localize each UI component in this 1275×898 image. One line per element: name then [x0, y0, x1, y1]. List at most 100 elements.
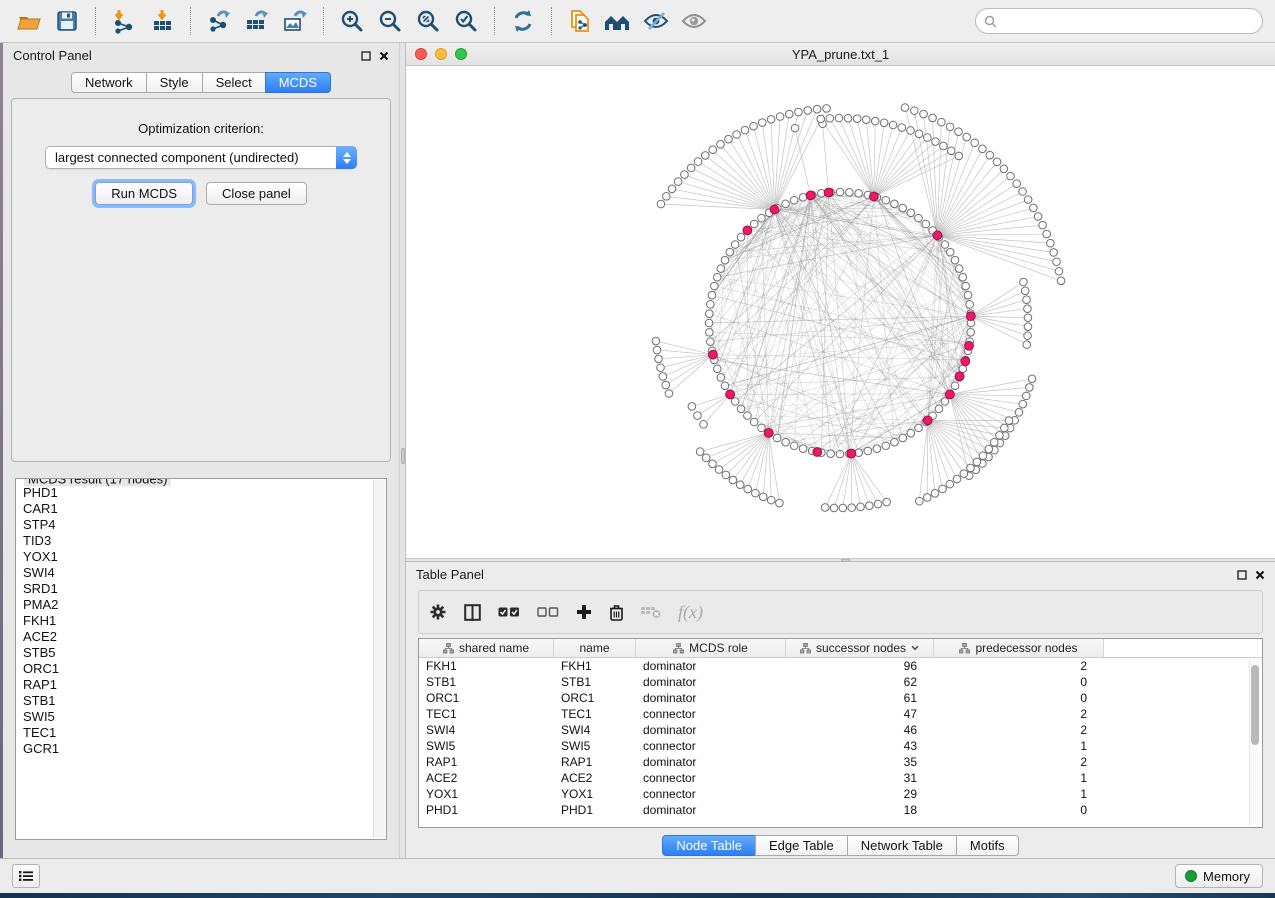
graph-satellite-node[interactable]: [1019, 400, 1027, 408]
graph-satellite-node[interactable]: [920, 110, 928, 118]
graph-satellite-node[interactable]: [857, 503, 865, 511]
mcds-result-item[interactable]: YOX1: [23, 549, 386, 565]
graph-satellite-node[interactable]: [955, 152, 963, 160]
graph-satellite-node[interactable]: [1028, 375, 1036, 383]
graph-satellite-node[interactable]: [940, 142, 948, 150]
mcds-result-item[interactable]: SWI5: [23, 709, 386, 725]
graph-satellite-node[interactable]: [979, 145, 987, 153]
graph-hub-node[interactable]: [955, 372, 964, 381]
graph-node[interactable]: [790, 442, 798, 450]
graph-node[interactable]: [967, 329, 975, 337]
graph-node[interactable]: [707, 301, 715, 309]
table-row[interactable]: SWI4SWI4dominator462: [419, 722, 1262, 738]
table-tab-network-table[interactable]: Network Table: [847, 835, 957, 856]
graph-node[interactable]: [721, 256, 729, 264]
export-table-button[interactable]: [238, 4, 276, 38]
graph-node[interactable]: [713, 273, 721, 281]
graph-satellite-node[interactable]: [955, 128, 963, 136]
graph-satellite-node[interactable]: [985, 445, 993, 453]
graph-satellite-node[interactable]: [817, 115, 825, 123]
column-header-predecessor-nodes[interactable]: predecessor nodes: [934, 639, 1104, 657]
graph-node[interactable]: [915, 214, 923, 222]
graph-node[interactable]: [711, 282, 719, 290]
memory-button[interactable]: Memory: [1175, 864, 1263, 888]
delete-table-button[interactable]: [641, 605, 661, 619]
graph-satellite-node[interactable]: [1026, 384, 1034, 392]
graph-node[interactable]: [758, 214, 766, 222]
graph-satellite-node[interactable]: [848, 504, 856, 512]
float-panel-icon[interactable]: [1237, 570, 1247, 580]
graph-node[interactable]: [951, 256, 959, 264]
graph-satellite-node[interactable]: [880, 119, 888, 127]
graph-satellite-node[interactable]: [996, 431, 1004, 439]
mcds-result-item[interactable]: TID3: [23, 533, 386, 549]
graph-satellite-node[interactable]: [862, 116, 870, 124]
graph-satellite-node[interactable]: [759, 493, 767, 501]
graph-node[interactable]: [827, 450, 835, 458]
zoom-in-button[interactable]: [333, 4, 371, 38]
graph-satellite-node[interactable]: [1050, 249, 1058, 257]
table-tab-motifs[interactable]: Motifs: [956, 835, 1019, 856]
hide-selected-button[interactable]: [637, 4, 675, 38]
deselect-all-button[interactable]: [537, 606, 559, 618]
graph-satellite-node[interactable]: [898, 124, 906, 132]
graph-hub-node[interactable]: [743, 226, 752, 235]
graph-satellite-node[interactable]: [1034, 213, 1042, 221]
graph-satellite-node[interactable]: [701, 152, 709, 160]
tab-select[interactable]: Select: [202, 72, 266, 93]
first-neighbors-button[interactable]: [599, 4, 637, 38]
graph-satellite-node[interactable]: [1007, 172, 1015, 180]
graph-satellite-node[interactable]: [665, 390, 673, 398]
graph-satellite-node[interactable]: [709, 460, 717, 468]
float-panel-icon[interactable]: [361, 51, 371, 61]
graph-node[interactable]: [717, 374, 725, 382]
graph-satellite-node[interactable]: [662, 381, 670, 389]
graph-satellite-node[interactable]: [1022, 392, 1030, 400]
graph-satellite-node[interactable]: [700, 421, 708, 429]
graph-satellite-node[interactable]: [1023, 296, 1031, 304]
graph-satellite-node[interactable]: [1047, 239, 1055, 247]
graph-satellite-node[interactable]: [1024, 323, 1032, 331]
graph-node[interactable]: [959, 273, 967, 281]
graph-hub-node[interactable]: [813, 448, 822, 457]
task-history-button[interactable]: [12, 864, 40, 888]
mcds-result-item[interactable]: STP4: [23, 517, 386, 533]
graph-satellite-node[interactable]: [963, 133, 971, 141]
table-row[interactable]: FKH1FKH1dominator962: [419, 658, 1262, 674]
graph-satellite-node[interactable]: [776, 499, 784, 507]
graph-node[interactable]: [946, 248, 954, 256]
graph-satellite-node[interactable]: [971, 139, 979, 147]
graph-satellite-node[interactable]: [758, 119, 766, 127]
graph-satellite-node[interactable]: [1043, 230, 1051, 238]
graph-satellite-node[interactable]: [1019, 188, 1027, 196]
graph-satellite-node[interactable]: [674, 178, 682, 186]
mcds-result-item[interactable]: STB1: [23, 693, 386, 709]
save-session-button[interactable]: [48, 4, 86, 38]
graph-satellite-node[interactable]: [1015, 409, 1023, 417]
mcds-result-item[interactable]: PMA2: [23, 597, 386, 613]
graph-satellite-node[interactable]: [839, 504, 847, 512]
graph-node[interactable]: [737, 233, 745, 241]
apply-preferred-layout-button[interactable]: [504, 4, 542, 38]
graph-node[interactable]: [713, 365, 721, 373]
graph-satellite-node[interactable]: [709, 146, 717, 154]
graph-node[interactable]: [706, 310, 714, 318]
graph-satellite-node[interactable]: [1005, 417, 1013, 425]
graph-satellite-node[interactable]: [826, 114, 834, 122]
graph-node[interactable]: [782, 438, 790, 446]
mcds-result-item[interactable]: CAR1: [23, 501, 386, 517]
graph-node[interactable]: [941, 241, 949, 249]
export-network-button[interactable]: [200, 4, 238, 38]
graph-satellite-node[interactable]: [776, 113, 784, 121]
graph-hub-node[interactable]: [965, 341, 974, 350]
graph-satellite-node[interactable]: [702, 454, 710, 462]
graph-node[interactable]: [726, 248, 734, 256]
graph-hub-node[interactable]: [945, 390, 954, 399]
mcds-result-item[interactable]: ORC1: [23, 661, 386, 677]
graph-satellite-node[interactable]: [1024, 332, 1032, 340]
graph-satellite-node[interactable]: [960, 470, 968, 478]
graph-hub-node[interactable]: [961, 357, 970, 366]
run-mcds-button[interactable]: Run MCDS: [95, 182, 193, 205]
graph-satellite-node[interactable]: [725, 135, 733, 143]
horizontal-splitter[interactable]: [406, 558, 1275, 562]
